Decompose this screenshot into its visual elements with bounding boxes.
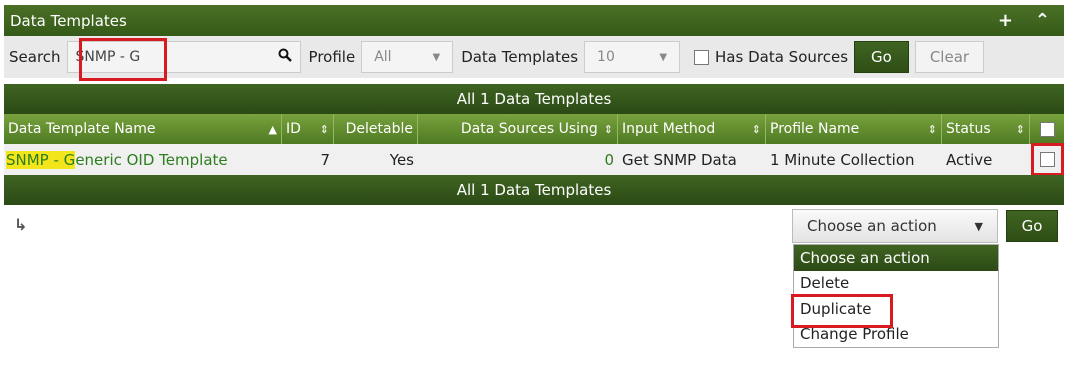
menu-item-delete[interactable]: Delete	[794, 271, 998, 297]
profile-label: Profile	[308, 48, 356, 66]
checkbox-highlight-box	[1031, 143, 1064, 176]
row-deletable: Yes	[389, 150, 414, 169]
menu-item-choose[interactable]: Choose an action	[794, 245, 998, 271]
table-row[interactable]: SNMP - Generic OID Template 7 Yes 0 Get …	[4, 144, 1064, 175]
col-select-all[interactable]	[1030, 114, 1064, 144]
row-profile-name: 1 Minute Collection	[770, 150, 915, 169]
action-go-button[interactable]: Go	[1006, 210, 1058, 242]
summary-top: All 1 Data Templates	[4, 84, 1064, 114]
sort-icon: ⇕	[603, 122, 613, 136]
col-input-method[interactable]: Input Method ⇕	[618, 114, 766, 144]
profile-select[interactable]: All ▼	[361, 41, 454, 73]
select-all-checkbox[interactable]	[1039, 121, 1055, 137]
rows-label: Data Templates	[461, 48, 579, 66]
col-profile-name[interactable]: Profile Name ⇕	[766, 114, 942, 144]
corner-arrow-icon: ↳	[14, 215, 28, 234]
row-status: Active	[946, 150, 993, 169]
row-id: 7	[320, 150, 330, 169]
has-sources-checkbox[interactable]	[694, 49, 710, 65]
sort-icon: ⇕	[319, 122, 329, 136]
action-select-value: Choose an action	[807, 217, 937, 235]
summary-top-text: All 1 Data Templates	[456, 90, 612, 108]
chevron-down-icon: ▼	[659, 51, 668, 63]
chevron-down-icon: ▼	[974, 219, 983, 233]
sort-icon: ⇕	[927, 122, 937, 136]
col-status[interactable]: Status ⇕	[942, 114, 1030, 144]
rows-select[interactable]: 10 ▼	[584, 41, 681, 73]
row-sources-using: 0	[604, 150, 614, 169]
rows-value: 10	[597, 49, 615, 65]
duplicate-highlight-box	[791, 294, 893, 328]
action-select[interactable]: Choose an action ▼	[792, 209, 998, 243]
search-highlight-box	[79, 38, 167, 81]
profile-value: All	[374, 49, 392, 65]
search-label: Search	[9, 48, 61, 66]
name-rest[interactable]: eneric OID Template	[75, 151, 227, 169]
search-icon[interactable]	[278, 48, 292, 66]
sort-asc-icon: ▲	[268, 122, 277, 136]
summary-bottom: All 1 Data Templates	[4, 175, 1064, 205]
col-sources-using[interactable]: Data Sources Using ⇕	[418, 114, 618, 144]
col-deletable[interactable]: Deletable	[334, 114, 418, 144]
row-input-method: Get SNMP Data	[622, 150, 737, 169]
clear-button[interactable]: Clear	[914, 41, 985, 73]
sort-icon: ⇕	[751, 122, 761, 136]
panel-header: Data Templates + ⌃	[4, 5, 1064, 36]
name-match[interactable]: SNMP - G	[6, 150, 76, 169]
collapse-icon[interactable]: ⌃	[1035, 10, 1050, 31]
col-id[interactable]: ID ⇕	[282, 114, 334, 144]
has-sources-label: Has Data Sources	[715, 48, 849, 66]
sort-icon: ⇕	[1015, 122, 1025, 136]
go-button[interactable]: Go	[854, 41, 909, 73]
add-icon[interactable]: +	[998, 10, 1013, 31]
table-header: Data Template Name ▲ ID ⇕ Deletable Data S…	[4, 114, 1064, 144]
row-name[interactable]: SNMP - Generic OID Template	[4, 144, 282, 175]
panel-title: Data Templates	[10, 11, 127, 30]
summary-bottom-text: All 1 Data Templates	[456, 181, 612, 199]
chevron-down-icon: ▼	[432, 51, 441, 63]
col-name[interactable]: Data Template Name ▲	[4, 114, 282, 144]
